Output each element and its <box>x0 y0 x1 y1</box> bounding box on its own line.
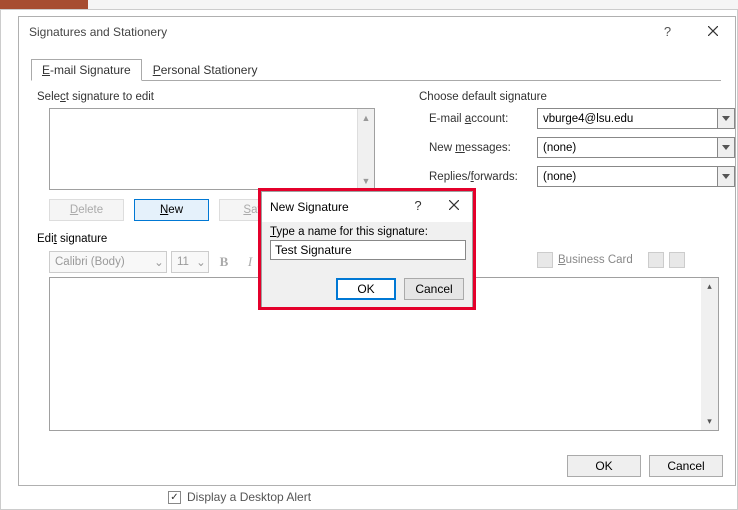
signature-name-label: Type a name for this signature: <box>270 226 464 238</box>
delete-button: Delete <box>49 199 124 221</box>
email-account-value: vburge4@lsu.edu <box>543 113 633 125</box>
font-size-value: 11 <box>177 256 189 268</box>
desktop-alert-checkbox[interactable]: ✓ Display a Desktop Alert <box>168 490 311 504</box>
font-size-combo[interactable]: 11 ⌄ <box>171 251 209 273</box>
font-combo[interactable]: Calibri (Body) ⌄ <box>49 251 167 273</box>
new-messages-value: (none) <box>543 142 576 154</box>
new-button[interactable]: New <box>134 199 209 221</box>
replies-forwards-combo[interactable]: (none) <box>537 166 735 187</box>
email-account-label: E-mail account: <box>429 113 529 125</box>
dialog-titlebar: Signatures and Stationery ? <box>19 17 735 47</box>
editor-scrollbar[interactable]: ▴ ▾ <box>701 278 718 430</box>
business-card-button[interactable]: Business Card <box>537 252 685 268</box>
chevron-down-icon: ⌄ <box>194 255 208 269</box>
chevron-down-icon <box>717 109 734 128</box>
font-value: Calibri (Body) <box>55 256 125 268</box>
new-messages-combo[interactable]: (none) <box>537 137 735 158</box>
chevron-down-icon: ⌄ <box>152 255 166 269</box>
dialog-title: Signatures and Stationery <box>29 25 167 39</box>
hyperlink-icon[interactable] <box>669 252 685 268</box>
sub-dialog-title: New Signature <box>270 200 349 214</box>
checkbox-icon: ✓ <box>168 491 181 504</box>
close-button[interactable] <box>690 17 735 45</box>
email-account-combo[interactable]: vburge4@lsu.edu <box>537 108 735 129</box>
ok-button[interactable]: OK <box>336 278 396 300</box>
italic-button[interactable]: I <box>239 251 261 273</box>
business-card-icon <box>537 252 553 268</box>
replies-forwards-label: Replies/forwards: <box>429 171 529 183</box>
cancel-button[interactable]: Cancel <box>404 278 464 300</box>
dialog-footer: OK Cancel <box>567 455 723 477</box>
scroll-up-icon: ▲ <box>358 109 374 126</box>
ok-button[interactable]: OK <box>567 455 641 477</box>
tab-personal-stationery[interactable]: Personal Stationery <box>142 59 269 80</box>
bold-button[interactable]: B <box>213 251 235 273</box>
signature-listbox[interactable]: ▲ ▼ <box>49 108 375 190</box>
signature-button-row: Delete New Save <box>49 199 294 221</box>
ribbon-fragment <box>0 0 88 9</box>
listbox-scrollbar[interactable]: ▲ ▼ <box>357 109 374 189</box>
scroll-up-icon: ▴ <box>701 278 718 295</box>
close-icon <box>449 200 459 210</box>
scroll-down-icon: ▾ <box>701 413 718 430</box>
signature-name-input[interactable] <box>270 240 466 260</box>
tabs: E-mail Signature Personal Stationery <box>31 59 721 81</box>
select-signature-label: Select signature to edit <box>37 91 154 103</box>
new-signature-dialog: New Signature ? Type a name for this sig… <box>261 191 473 307</box>
close-button[interactable] <box>436 192 472 218</box>
cancel-button[interactable]: Cancel <box>649 455 723 477</box>
sub-dialog-body: Type a name for this signature: OK Cance… <box>262 222 472 308</box>
edit-signature-label: Edit signature <box>37 233 107 245</box>
editor-toolbar: Calibri (Body) ⌄ 11 ⌄ B I <box>49 250 261 274</box>
chevron-down-icon <box>717 138 734 157</box>
scroll-down-icon: ▼ <box>358 172 374 189</box>
close-icon <box>708 26 718 36</box>
help-button[interactable]: ? <box>400 192 436 218</box>
field-email-account: E-mail account: vburge4@lsu.edu <box>429 108 735 129</box>
new-messages-label: New messages: <box>429 142 529 154</box>
replies-forwards-value: (none) <box>543 171 576 183</box>
desktop-alert-label: Display a Desktop Alert <box>187 490 311 504</box>
field-replies-forwards: Replies/forwards: (none) <box>429 166 735 187</box>
picture-icon[interactable] <box>648 252 664 268</box>
help-button[interactable]: ? <box>645 17 690 45</box>
choose-default-label: Choose default signature <box>419 91 547 103</box>
sub-dialog-buttons: OK Cancel <box>336 278 464 300</box>
field-new-messages: New messages: (none) <box>429 137 735 158</box>
tab-email-signature[interactable]: E-mail Signature <box>31 59 142 81</box>
sub-dialog-titlebar: New Signature ? <box>262 192 472 222</box>
chevron-down-icon <box>717 167 734 186</box>
